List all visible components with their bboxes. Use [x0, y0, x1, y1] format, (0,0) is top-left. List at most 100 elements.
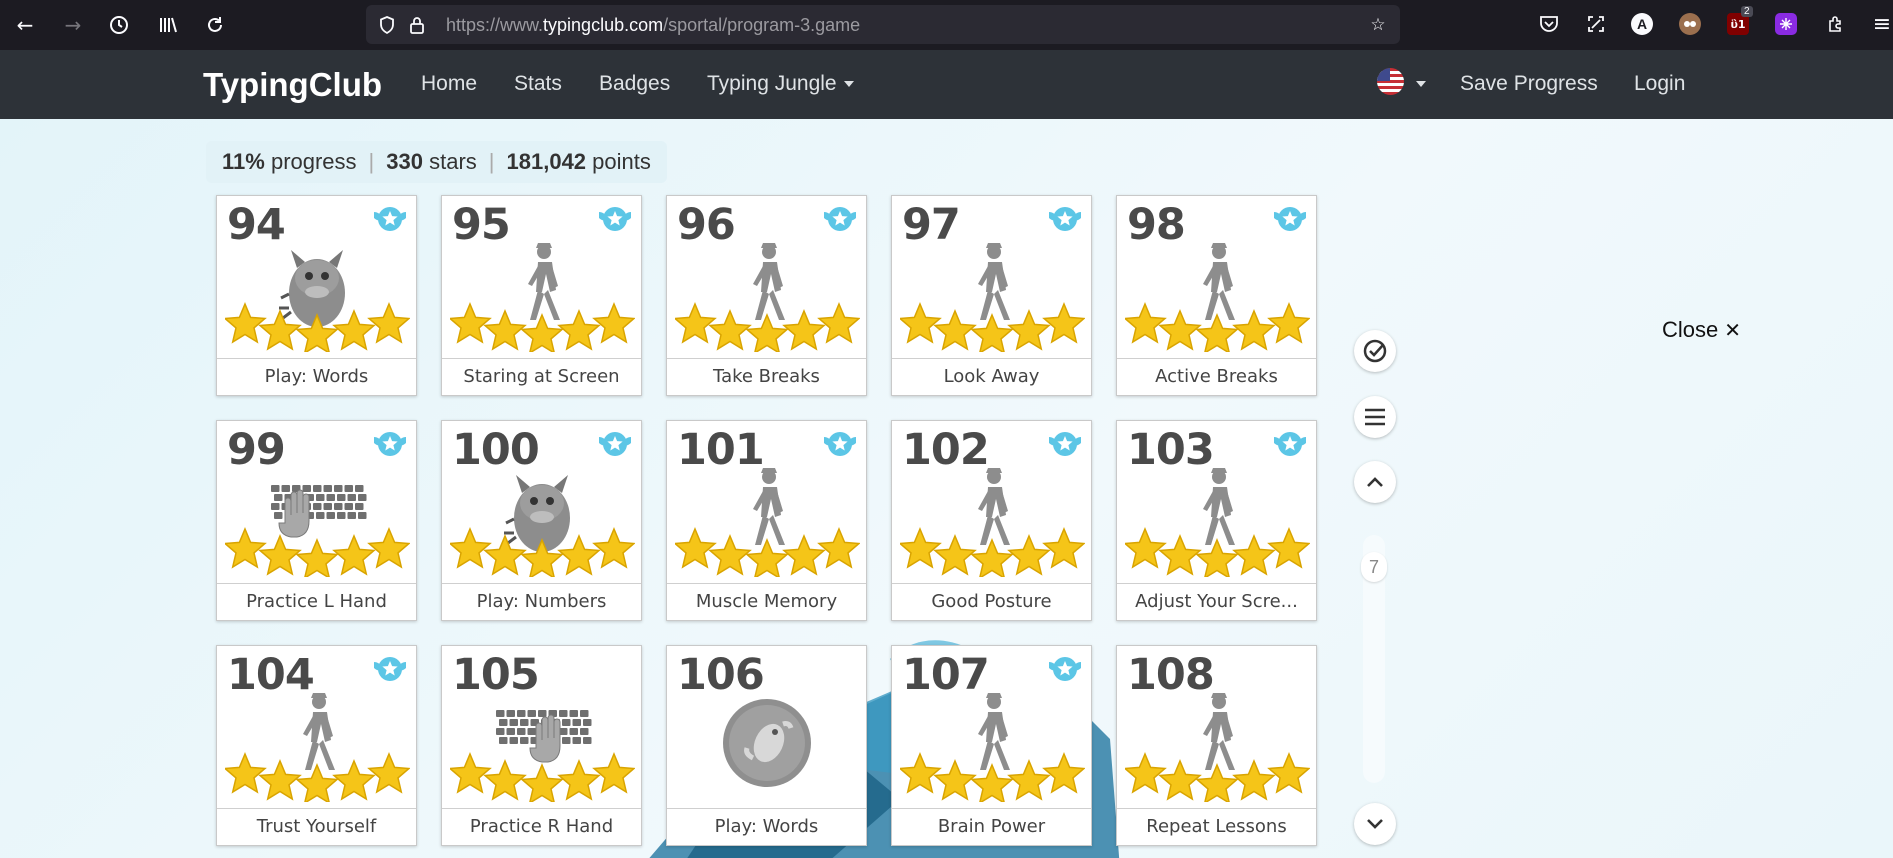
star-icon	[1158, 759, 1202, 801]
lesson-title: Staring at Screen	[442, 358, 641, 395]
history-icon[interactable]	[104, 10, 134, 40]
menu-hamburger-icon[interactable]: ≡	[1868, 11, 1893, 37]
star-icon	[1232, 309, 1276, 351]
lesson-tile[interactable]: 100 Play: Numbers	[441, 420, 642, 621]
chevron-down-icon	[843, 81, 854, 88]
star-icon	[367, 752, 410, 794]
nav-typing-jungle[interactable]: Typing Jungle	[707, 72, 854, 96]
winged-star-badge-icon	[820, 202, 860, 236]
star-icon	[1007, 534, 1051, 576]
nav-badges[interactable]: Badges	[599, 72, 670, 96]
scroll-down-button[interactable]	[1354, 803, 1396, 845]
close-button[interactable]: Close ✕	[1662, 317, 1741, 343]
star-icon	[1158, 534, 1202, 576]
checkmark-circle-icon	[1363, 339, 1387, 363]
star-icon	[557, 309, 601, 351]
winged-star-badge-icon	[1045, 652, 1085, 686]
star-icon	[483, 759, 527, 801]
star-icon	[708, 309, 752, 351]
lesson-tile[interactable]: 104 Trust Yourself	[216, 645, 417, 846]
forward-arrow-icon[interactable]: →	[58, 10, 88, 40]
star-icon	[483, 534, 527, 576]
lesson-title: Practice L Hand	[217, 583, 416, 620]
bookmark-star-icon[interactable]: ☆	[1367, 14, 1389, 36]
back-arrow-icon[interactable]: ←	[10, 10, 40, 40]
lesson-tile[interactable]: 107 Brain Power	[891, 645, 1092, 846]
lock-icon[interactable]	[406, 14, 428, 36]
star-icon	[367, 527, 410, 569]
lesson-tile[interactable]: 94 Play: Words	[216, 195, 417, 396]
lesson-title: Look Away	[892, 358, 1091, 395]
lesson-tile[interactable]: 98 Active Breaks	[1116, 195, 1317, 396]
chevron-up-icon	[1367, 477, 1383, 487]
lesson-tile[interactable]: 105 Practice R Hand	[441, 645, 642, 846]
star-icon	[900, 302, 942, 344]
reload-icon[interactable]	[200, 10, 230, 40]
shield-icon[interactable]	[376, 14, 398, 36]
screenshot-icon[interactable]	[1583, 11, 1609, 37]
nav-home[interactable]: Home	[421, 72, 477, 96]
lesson-title: Active Breaks	[1117, 358, 1316, 395]
star-icon	[450, 527, 492, 569]
lesson-title: Brain Power	[892, 808, 1091, 845]
save-progress-link[interactable]: Save Progress	[1460, 72, 1598, 96]
lesson-tile[interactable]: 102 Good Posture	[891, 420, 1092, 621]
star-icon	[225, 527, 267, 569]
star-rating	[225, 302, 410, 352]
us-flag-icon[interactable]	[1377, 68, 1404, 95]
star-icon	[225, 302, 267, 344]
extensions-icon[interactable]	[1822, 11, 1848, 37]
star-rating	[225, 752, 410, 802]
star-icon	[258, 309, 302, 351]
star-icon	[900, 752, 942, 794]
stars-label: stars	[429, 149, 477, 174]
lesson-tile[interactable]: 96 Take Breaks	[666, 195, 867, 396]
lesson-tile[interactable]: 99 Practice L Hand	[216, 420, 417, 621]
star-icon	[1195, 313, 1239, 352]
check-progress-button[interactable]	[1354, 330, 1396, 372]
lesson-tile[interactable]: 95 Staring at Screen	[441, 195, 642, 396]
chevron-down-icon	[1367, 819, 1383, 829]
progress-summary: 11% progress | 330 stars | 181,042 point…	[206, 141, 667, 183]
star-icon	[1267, 302, 1310, 344]
lesson-title: Play: Numbers	[442, 583, 641, 620]
nav-stats[interactable]: Stats	[514, 72, 562, 96]
winged-star-badge-icon	[370, 427, 410, 461]
scroll-up-button[interactable]	[1354, 461, 1396, 503]
star-icon	[745, 538, 789, 577]
account-a-icon[interactable]: A	[1631, 13, 1653, 35]
notification-count: 2	[1741, 6, 1753, 17]
menu-button[interactable]	[1354, 396, 1396, 438]
star-icon	[708, 534, 752, 576]
star-icon	[970, 538, 1014, 577]
language-dropdown[interactable]	[1409, 72, 1426, 96]
login-link[interactable]: Login	[1634, 72, 1685, 96]
puzzle-extension-icon[interactable]	[1775, 13, 1797, 35]
pocket-icon[interactable]	[1536, 11, 1562, 37]
star-icon	[817, 527, 860, 569]
star-icon	[1007, 309, 1051, 351]
lesson-tile[interactable]: 97 Look Away	[891, 195, 1092, 396]
progress-label: progress	[270, 149, 357, 174]
lesson-title: Adjust Your Scre...	[1117, 583, 1316, 620]
lesson-tile[interactable]: 101 Muscle Memory	[666, 420, 867, 621]
lesson-title: Repeat Lessons	[1117, 808, 1316, 845]
star-icon	[970, 313, 1014, 352]
star-icon	[520, 538, 564, 577]
lesson-tile[interactable]: 108 Repeat Lessons	[1116, 645, 1317, 846]
brand-logo[interactable]: TypingClub	[203, 66, 382, 104]
star-icon	[332, 759, 376, 801]
lesson-tile[interactable]: 103 Adjust Your Scre...	[1116, 420, 1317, 621]
list-icon	[1365, 408, 1385, 426]
address-bar[interactable]: https://www.typingclub.com/sportal/progr…	[366, 5, 1400, 44]
lesson-title: Play: Words	[667, 808, 866, 845]
avatar-extension-icon[interactable]	[1679, 13, 1701, 35]
url-text[interactable]: https://www.typingclub.com/sportal/progr…	[446, 15, 860, 36]
divider: |	[488, 149, 495, 174]
scroll-position[interactable]: 7	[1361, 552, 1387, 582]
library-icon[interactable]	[153, 10, 183, 40]
star-rating	[900, 302, 1085, 352]
lesson-tile[interactable]: 106 Play: Words	[666, 645, 867, 846]
star-icon	[1125, 302, 1167, 344]
star-icon	[1007, 759, 1051, 801]
